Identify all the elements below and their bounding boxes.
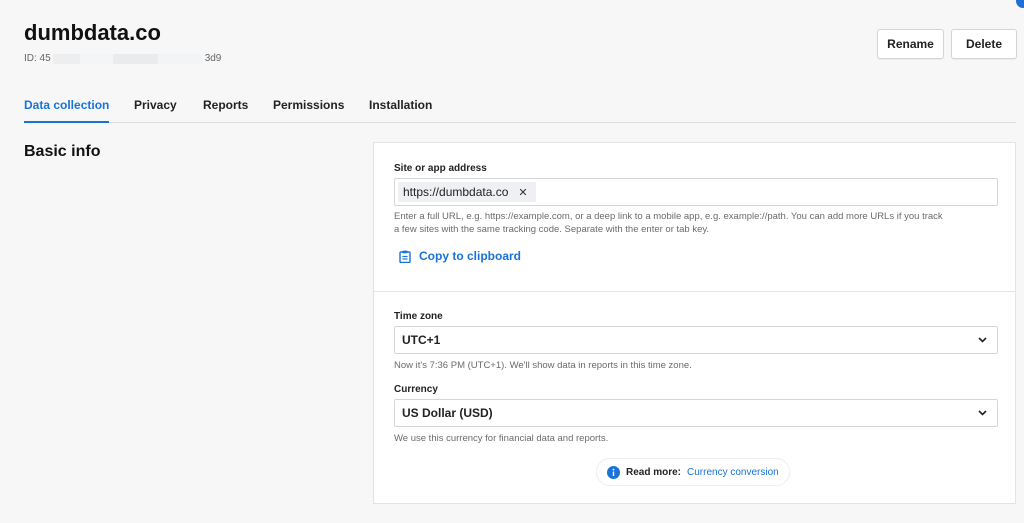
site-id-suffix: 3d9 xyxy=(204,53,222,64)
copy-to-clipboard-label: Copy to clipboard xyxy=(419,249,521,263)
basic-info-panel: Site or app address https://dumbdata.co … xyxy=(373,142,1016,504)
chevron-down-icon xyxy=(978,410,987,416)
currency-select[interactable]: US Dollar (USD) xyxy=(394,399,998,427)
settings-tabs: Data collection Privacy Reports Permissi… xyxy=(24,96,1016,123)
tab-data-collection[interactable]: Data collection xyxy=(24,98,110,123)
tab-installation[interactable]: Installation xyxy=(369,98,432,121)
timezone-help: Now it's 7:36 PM (UTC+1). We'll show dat… xyxy=(394,360,692,371)
tab-permissions[interactable]: Permissions xyxy=(273,98,344,121)
site-address-help-line-2: a few sites with the same tracking code.… xyxy=(394,224,710,235)
read-more-hint: Read more: Currency conversion xyxy=(596,458,790,486)
timezone-select[interactable]: UTC+1 xyxy=(394,326,998,354)
url-chip-text: https://dumbdata.co xyxy=(403,185,509,199)
clipboard-icon xyxy=(399,250,411,263)
rename-button[interactable]: Rename xyxy=(877,29,944,59)
site-address-label: Site or app address xyxy=(394,163,487,174)
site-address-help: Enter a full URL, e.g. https://example.c… xyxy=(394,210,943,236)
site-address-input[interactable]: https://dumbdata.co ✕ xyxy=(394,178,998,206)
site-title: dumbdata.co xyxy=(24,20,161,45)
tab-reports[interactable]: Reports xyxy=(203,98,248,121)
read-more-label: Read more: xyxy=(626,466,682,478)
close-icon[interactable]: ✕ xyxy=(518,186,527,199)
tab-privacy[interactable]: Privacy xyxy=(134,98,177,121)
section-heading: Basic info xyxy=(24,143,101,160)
currency-help: We use this currency for financial data … xyxy=(394,433,609,444)
site-id-prefix: ID: 45 xyxy=(24,53,51,64)
panel-divider xyxy=(374,291,1015,292)
currency-label: Currency xyxy=(394,384,438,395)
info-icon xyxy=(607,465,620,479)
timezone-value: UTC+1 xyxy=(402,333,441,347)
currency-value: US Dollar (USD) xyxy=(402,406,493,420)
timezone-label: Time zone xyxy=(394,311,443,322)
site-address-help-line-1: Enter a full URL, e.g. https://example.c… xyxy=(394,211,943,222)
delete-button[interactable]: Delete xyxy=(951,29,1017,59)
url-chip: https://dumbdata.co ✕ xyxy=(398,182,536,202)
copy-to-clipboard-button[interactable]: Copy to clipboard xyxy=(399,249,521,263)
currency-conversion-link[interactable]: Currency conversion xyxy=(687,467,779,478)
redacted-id-mask xyxy=(52,53,203,64)
site-id: ID: 45 3d9 xyxy=(24,53,221,64)
corner-indicator xyxy=(1016,0,1024,8)
chevron-down-icon xyxy=(978,337,987,343)
